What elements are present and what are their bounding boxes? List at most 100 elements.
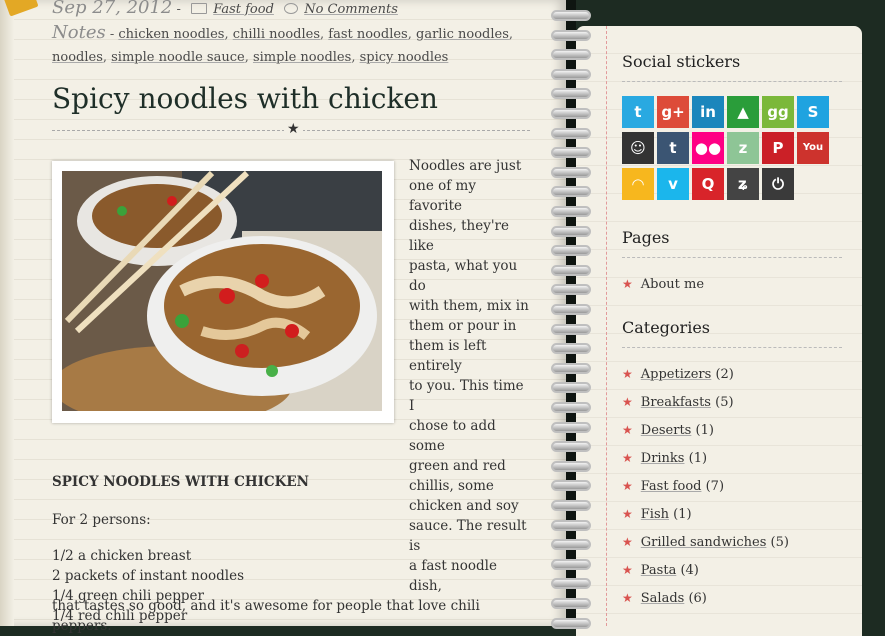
tag-link[interactable]: spicy noodles — [360, 50, 449, 65]
forrst-icon[interactable]: ▲ — [727, 96, 759, 128]
category-link[interactable]: Salads — [641, 591, 685, 606]
widget-divider — [622, 347, 842, 348]
pinterest-icon[interactable]: P — [762, 132, 794, 164]
left-page-edge — [0, 0, 14, 626]
spiral-ring — [551, 147, 591, 159]
body-line: with them, mix in — [409, 298, 529, 314]
spiral-ring — [551, 382, 591, 394]
spiral-ring — [551, 519, 591, 531]
tumblr-icon[interactable]: t — [657, 132, 689, 164]
category-item[interactable]: ★ Pasta (4) — [622, 563, 699, 578]
spiral-ring — [551, 362, 591, 374]
body-line: chicken and soy — [409, 498, 519, 514]
vimeo-icon[interactable]: v — [657, 168, 689, 200]
spiral-ring — [551, 617, 591, 629]
category-item[interactable]: ★ Fish (1) — [622, 507, 692, 522]
spiral-ring — [551, 166, 591, 178]
grooveshark-icon[interactable]: gg — [762, 96, 794, 128]
category-count: (7) — [701, 479, 725, 494]
tag-link[interactable]: simple noodle sauce — [111, 50, 245, 65]
comments-link[interactable]: No Comments — [304, 2, 398, 17]
spiral-ring — [551, 88, 591, 100]
category-item[interactable]: ★ Salads (6) — [622, 591, 707, 606]
youtube-icon[interactable]: You — [797, 132, 829, 164]
linkedin-icon[interactable]: in — [692, 96, 724, 128]
category-item[interactable]: ★ Appetizers (2) — [622, 367, 734, 382]
spiral-ring — [551, 578, 591, 590]
star-icon: ★ — [284, 121, 303, 137]
category-link[interactable]: Fast food — [641, 479, 702, 494]
category-count: (6) — [684, 591, 707, 606]
spiral-ring — [551, 284, 591, 296]
spiral-ring — [551, 323, 591, 335]
category-link[interactable]: Breakfasts — [641, 395, 711, 410]
tag-link[interactable]: chicken noodles — [118, 27, 224, 42]
category-count: (1) — [684, 451, 708, 466]
spiral-ring — [551, 264, 591, 276]
category-link[interactable]: Fast food — [213, 2, 274, 17]
post-title[interactable]: Spicy noodles with chicken — [52, 82, 438, 115]
body-line: sauce. The result is — [409, 518, 527, 554]
zerply-icon[interactable]: z — [727, 132, 759, 164]
widget-title-social: Social stickers — [622, 52, 741, 71]
spiral-ring — [551, 598, 591, 609]
tag-link[interactable]: simple noodles — [253, 50, 351, 65]
tag-link[interactable]: garlic noodles — [416, 27, 509, 42]
category-link[interactable]: Grilled sandwiches — [641, 535, 767, 550]
social-icons: t g+ in ▲ gg S☺ t ●● z P You◠ v Qʑ ⏻ — [622, 96, 834, 204]
page-item[interactable]: ★ About me — [622, 277, 704, 292]
body-line: a fast noodle dish, — [409, 558, 497, 594]
category-link[interactable]: Appetizers — [641, 367, 712, 382]
category-link[interactable]: Deserts — [641, 423, 692, 438]
body-line: pasta, what you do — [409, 258, 518, 294]
widget-divider — [622, 81, 842, 82]
tag-link[interactable]: fast noodles — [328, 27, 407, 42]
spiral-ring — [551, 441, 591, 453]
spiral-ring — [551, 108, 591, 119]
ingredient-item: 2 packets of instant noodles — [52, 568, 245, 584]
post-body: Noodles are just one of my favorite dishes… — [52, 156, 530, 636]
spiral-ring — [551, 421, 591, 433]
comment-icon — [284, 3, 299, 14]
spiral-ring — [551, 304, 591, 315]
quora-icon[interactable]: Q — [692, 168, 724, 200]
category-count: (4) — [676, 563, 699, 578]
category-count: (2) — [711, 367, 734, 382]
star-icon: ★ — [622, 507, 633, 521]
star-icon: ★ — [622, 563, 633, 577]
zootool-icon[interactable]: ʑ — [727, 168, 759, 200]
category-item[interactable]: ★ Drinks (1) — [622, 451, 707, 466]
folder-icon — [191, 3, 208, 14]
flickr-icon[interactable]: ●● — [692, 132, 724, 164]
tag-link[interactable]: chilli noodles — [233, 27, 320, 42]
category-link[interactable]: Drinks — [641, 451, 685, 466]
page-link[interactable]: About me — [641, 277, 704, 292]
body-line: chillis, some — [409, 478, 494, 494]
tag-list: chicken noodles, chilli noodles, fast no… — [52, 27, 514, 65]
github-icon[interactable]: ☺ — [622, 132, 654, 164]
body-line: Noodles are just — [409, 158, 522, 174]
spiral-ring — [551, 480, 591, 492]
widget-title-pages: Pages — [622, 228, 670, 247]
star-icon: ★ — [622, 395, 633, 409]
category-link[interactable]: Pasta — [641, 563, 677, 578]
star-icon: ★ — [622, 367, 633, 381]
ingredient-item: 1/2 a chicken breast — [52, 548, 192, 564]
category-item[interactable]: ★ Breakfasts (5) — [622, 395, 734, 410]
spiral-ring — [551, 206, 591, 217]
post-meta: Sep 27, 2012 - Fast food No Comments Not… — [52, 0, 532, 69]
category-item[interactable]: ★ Fast food (7) — [622, 479, 724, 494]
twitter-icon[interactable]: t — [622, 96, 654, 128]
google-plus-icon[interactable]: g+ — [657, 96, 689, 128]
tag-link[interactable]: noodles — [52, 50, 103, 65]
star-icon: ★ — [622, 451, 633, 465]
category-item[interactable]: ★ Deserts (1) — [622, 423, 714, 438]
spiral-ring — [551, 460, 591, 472]
power-icon[interactable]: ⏻ — [762, 168, 794, 200]
skype-icon[interactable]: S — [797, 96, 829, 128]
ifttt-icon[interactable]: ◠ — [622, 168, 654, 200]
star-icon: ★ — [622, 277, 633, 291]
spiral-ring — [551, 500, 591, 511]
category-link[interactable]: Fish — [641, 507, 669, 522]
category-item[interactable]: ★ Grilled sandwiches (5) — [622, 535, 789, 550]
